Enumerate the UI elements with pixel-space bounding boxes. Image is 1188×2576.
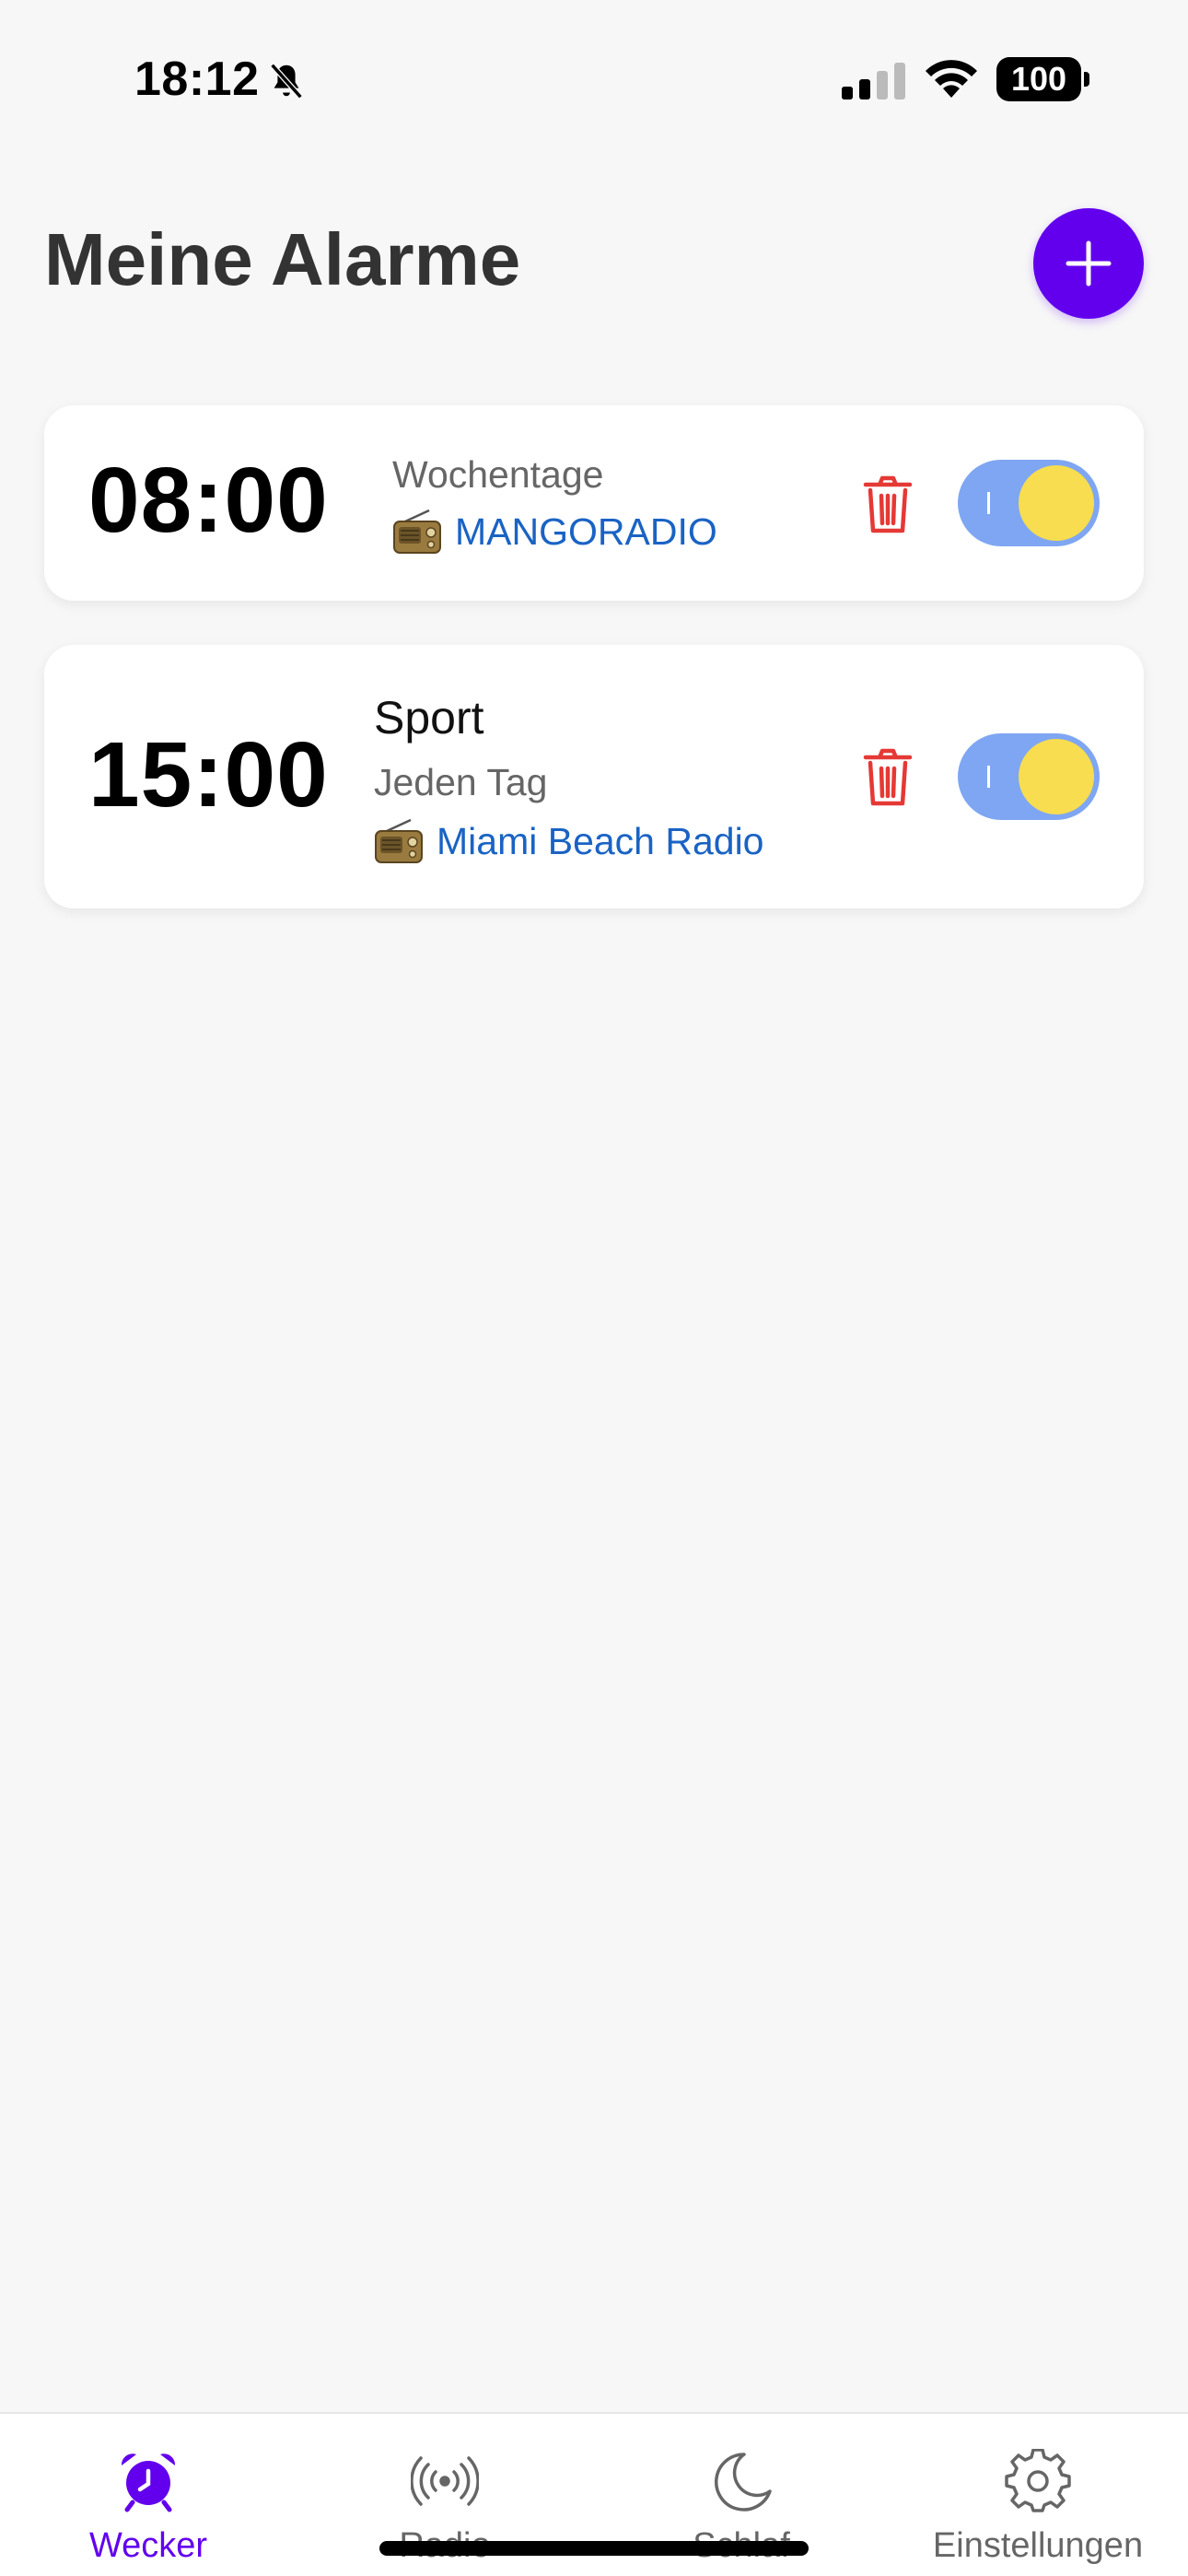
- toggle-knob: [1019, 739, 1094, 814]
- status-bar: 18:12 100: [0, 0, 1188, 157]
- status-time: 18:12: [134, 53, 260, 106]
- plus-icon: [1066, 240, 1112, 287]
- toggle-on-mark: [987, 766, 990, 788]
- alarm-card[interactable]: 15:00 Sport Jeden Tag Miami Beach Radio: [44, 645, 1144, 908]
- alarm-toggle[interactable]: [958, 460, 1100, 546]
- delete-button[interactable]: [862, 748, 914, 807]
- delete-button[interactable]: [862, 475, 914, 534]
- home-indicator: [379, 2541, 809, 2556]
- radio-icon: [375, 818, 423, 863]
- tab-label: Einstellungen: [932, 2526, 1144, 2565]
- bell-slash-icon: [270, 63, 303, 100]
- alarm-clock-icon: [121, 2453, 176, 2512]
- battery-icon: 100: [996, 57, 1089, 101]
- alarm-list-screen: 18:12 100 Meine Alarme 08:00 Wochentage …: [0, 0, 1188, 2576]
- alarm-time: 15:00: [88, 723, 329, 826]
- gear-icon: [1005, 2449, 1071, 2512]
- tab-label: Wecker: [88, 2526, 208, 2565]
- toggle-knob: [1019, 465, 1094, 541]
- page-title: Meine Alarme: [44, 218, 521, 300]
- moon-icon: [715, 2453, 772, 2512]
- add-alarm-button[interactable]: [1033, 208, 1144, 319]
- tab-einstellungen[interactable]: Einstellungen: [890, 2414, 1186, 2576]
- alarm-time: 08:00: [88, 449, 329, 552]
- wifi-icon: [926, 60, 977, 98]
- broadcast-icon: [411, 2456, 479, 2506]
- alarm-station[interactable]: MANGORADIO: [392, 509, 717, 555]
- alarm-card[interactable]: 08:00 Wochentage MANGORADIO: [44, 405, 1144, 601]
- alarm-days: Jeden Tag: [374, 761, 548, 803]
- toggle-on-mark: [987, 492, 990, 514]
- alarm-toggle[interactable]: [958, 733, 1100, 820]
- alarm-days: Wochentage: [392, 453, 604, 496]
- signal-icon: [842, 63, 905, 100]
- alarm-station[interactable]: Miami Beach Radio: [374, 818, 764, 864]
- battery-level: 100: [1010, 60, 1067, 98]
- station-name: Miami Beach Radio: [437, 819, 764, 862]
- radio-icon: [393, 509, 441, 554]
- alarm-name: Sport: [374, 692, 484, 744]
- tab-wecker[interactable]: Wecker: [0, 2414, 297, 2576]
- station-name: MANGORADIO: [455, 509, 717, 553]
